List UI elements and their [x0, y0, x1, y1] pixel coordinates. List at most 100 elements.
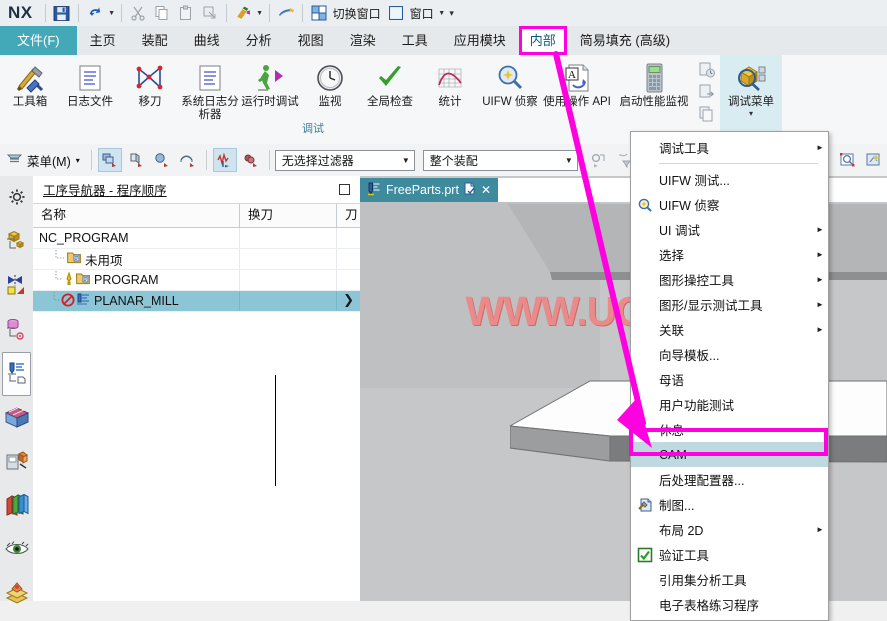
snap-point-icon[interactable]	[587, 148, 611, 172]
menu-item-validation-tools[interactable]: 验证工具	[631, 542, 828, 567]
row-expand-glyph[interactable]: ❯	[343, 292, 354, 308]
select-curve-icon[interactable]	[212, 148, 237, 172]
undo-dropdown-caret[interactable]: ▼	[107, 2, 117, 24]
document-tab-freeparts[interactable]: FreeParts.prt ✕	[360, 178, 498, 202]
switch-window-label[interactable]: 切换窗口	[331, 5, 384, 22]
rail-item-operation-navigator[interactable]	[2, 352, 31, 396]
menu-item-uifw-test[interactable]: UIFW 测试...	[631, 167, 828, 192]
menu-item-graphics-manipulation-tools[interactable]: 图形操控工具 ►	[631, 267, 828, 292]
menu-item-layout-2d[interactable]: 布局 2D ►	[631, 517, 828, 542]
ribbon-button-statistics[interactable]: 统计	[420, 55, 480, 109]
modified-icon[interactable]	[464, 182, 476, 198]
rail-item-assembly-navigator[interactable]	[0, 220, 33, 264]
column-header-tool[interactable]: 刀	[337, 204, 358, 227]
chevron-down-icon[interactable]: ▼	[402, 156, 410, 165]
folder-icon	[75, 272, 91, 288]
ribbon-button-syslog-analyzer[interactable]: 系统日志分析器	[180, 55, 240, 122]
rail-item-books[interactable]	[0, 484, 33, 528]
tab-internal[interactable]: 内部	[518, 26, 567, 55]
column-header-name[interactable]: 名称	[33, 204, 240, 227]
select-face-icon[interactable]	[239, 148, 263, 172]
selection-scope-combo[interactable]: 整个装配 ▼	[422, 149, 578, 171]
window-label[interactable]: 窗口	[408, 5, 437, 22]
chevron-down-icon[interactable]: ▾	[76, 156, 80, 165]
menu-item-drafting[interactable]: 制图...	[631, 492, 828, 517]
menu-item-ui-debug[interactable]: UI 调试 ►	[631, 217, 828, 242]
paint-dropdown-caret[interactable]: ▼	[255, 2, 265, 24]
rail-item-reuse-library[interactable]	[0, 396, 33, 440]
ribbon-button-uifw-scout[interactable]: UIFW 侦察	[480, 55, 540, 109]
main-menu-button[interactable]: 菜单(M) ▾	[0, 151, 86, 170]
chevron-down-icon[interactable]: ▼	[565, 156, 573, 165]
ribbon-button-startup-perf[interactable]: 启动性能监视	[614, 55, 694, 109]
menu-item-native-language[interactable]: 母语	[631, 367, 828, 392]
ribbon-button-debug-menu[interactable]: 调试菜单 ▾	[720, 55, 782, 139]
rail-item-view-eye[interactable]	[0, 528, 33, 572]
tab-curve[interactable]: 曲线	[181, 26, 233, 55]
ribbon-button-runtime-debug[interactable]: 运行时调试	[240, 55, 300, 109]
select-general-icon[interactable]	[97, 148, 122, 172]
menu-item-cam[interactable]: CAM	[631, 442, 828, 467]
menu-item-association[interactable]: 关联 ►	[631, 317, 828, 342]
pin-panel-icon[interactable]	[339, 184, 350, 195]
ribbon-button-global-check[interactable]: 全局检查	[360, 55, 420, 109]
rail-item-settings[interactable]	[0, 176, 33, 220]
menu-item-uifw-scout[interactable]: UIFW 侦察	[631, 192, 828, 217]
menu-item-rest[interactable]: 休息	[631, 417, 828, 442]
table-row[interactable]: PROGRAM	[33, 270, 360, 291]
menu-item-wizard-template[interactable]: 向导模板...	[631, 342, 828, 367]
window-dropdown-caret[interactable]: ▼	[437, 2, 447, 24]
paste-icon	[175, 2, 197, 24]
table-row[interactable]: 未用项	[33, 249, 360, 270]
select-feature-icon[interactable]	[124, 148, 148, 172]
tab-view[interactable]: 视图	[285, 26, 337, 55]
rail-item-part-navigator[interactable]	[0, 308, 33, 352]
row-label: 未用项	[85, 253, 123, 268]
tab-tools[interactable]: 工具	[389, 26, 441, 55]
rail-item-cam-library[interactable]	[0, 440, 33, 484]
table-row[interactable]: PLANAR_MILL ❯	[33, 291, 360, 312]
column-header-tool-change[interactable]: 换刀	[240, 204, 337, 227]
rail-item-constraint-navigator[interactable]	[0, 264, 33, 308]
select-edge-icon[interactable]	[176, 148, 200, 172]
save-icon[interactable]	[51, 2, 73, 24]
table-row[interactable]: NC_PROGRAM	[33, 228, 360, 249]
window-icon[interactable]	[385, 2, 407, 24]
tab-easy-fill[interactable]: 简易填充 (高级)	[567, 26, 683, 55]
menu-item-user-function-test[interactable]: 用户功能测试	[631, 392, 828, 417]
menu-item-postprocessor-configurator[interactable]: 后处理配置器...	[631, 467, 828, 492]
tab-home[interactable]: 主页	[77, 26, 129, 55]
ribbon-small-button-stack	[694, 55, 720, 125]
selection-filter-combo[interactable]: 无选择过滤器 ▼	[274, 149, 415, 171]
menu-item-select[interactable]: 选择 ►	[631, 242, 828, 267]
menu-item-debug-tools[interactable]: 调试工具 ►	[631, 135, 828, 160]
tab-render[interactable]: 渲染	[337, 26, 389, 55]
tab-analysis[interactable]: 分析	[233, 26, 285, 55]
undo-icon[interactable]	[84, 2, 106, 24]
history-clock-icon[interactable]	[694, 59, 720, 81]
tab-application-modules[interactable]: 应用模块	[441, 26, 519, 55]
tab-assembly[interactable]: 装配	[129, 26, 181, 55]
switch-window-icon[interactable]	[308, 2, 330, 24]
menu-item-graphics-display-test-tools[interactable]: 图形/显示测试工具 ►	[631, 292, 828, 317]
paint-icon[interactable]	[232, 2, 254, 24]
copy-page-icon[interactable]	[694, 103, 720, 125]
qat-overflow-icon[interactable]: ▾	[447, 2, 457, 24]
ribbon-button-move-tool[interactable]: 移刀	[120, 55, 180, 109]
tab-file[interactable]: 文件(F)	[0, 26, 77, 55]
close-icon[interactable]: ✕	[481, 183, 491, 197]
ribbon-button-log-file[interactable]: 日志文件	[60, 55, 120, 109]
rail-item-history[interactable]	[0, 572, 33, 616]
debug-menu-dropdown: 调试工具 ► UIFW 测试... UIFW 侦察 UI 调试 ► 选择 ► 图…	[630, 131, 829, 621]
ribbon-button-toolbox[interactable]: 工具箱	[0, 55, 60, 109]
fit-view-icon[interactable]	[861, 148, 885, 172]
zoom-window-icon[interactable]	[835, 148, 859, 172]
menu-item-spreadsheet-exercise-program[interactable]: 电子表格练习程序	[631, 592, 828, 617]
ribbon-button-operation-api[interactable]: A 使用操作 API	[540, 55, 614, 109]
ribbon-button-monitor[interactable]: 监视	[300, 55, 360, 109]
menu-item-reference-set-analysis-tool[interactable]: 引用集分析工具	[631, 567, 828, 592]
eraser-icon[interactable]	[275, 2, 297, 24]
export-page-icon[interactable]	[694, 81, 720, 103]
select-body-icon[interactable]	[150, 148, 174, 172]
chevron-down-icon[interactable]: ▾	[749, 109, 753, 118]
